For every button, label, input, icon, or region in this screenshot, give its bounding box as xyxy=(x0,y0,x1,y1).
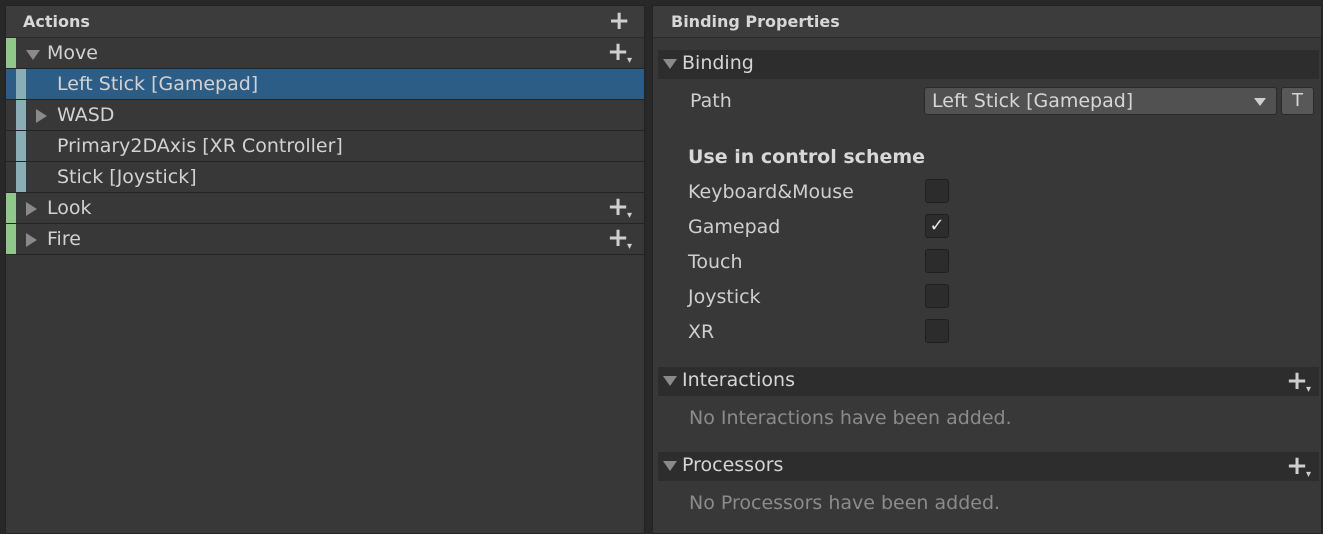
scheme-label-xr: XR xyxy=(688,321,715,343)
section-label: Binding xyxy=(682,52,754,74)
properties-header: Binding Properties xyxy=(653,6,1321,38)
scheme-checkbox-keyboard-mouse[interactable] xyxy=(925,179,949,203)
binding-label: Stick [Joystick] xyxy=(57,166,197,188)
path-value: Left Stick [Gamepad] xyxy=(932,90,1134,112)
binding-label: Left Stick [Gamepad] xyxy=(57,73,259,95)
binding-color-bar xyxy=(16,69,26,99)
binding-row-wasd[interactable]: WASD xyxy=(6,100,644,131)
action-row-move[interactable]: Move +▾ xyxy=(6,38,644,69)
interactions-empty-message: No Interactions have been added. xyxy=(689,407,1012,429)
add-processor-icon[interactable]: +▾ xyxy=(1286,452,1313,486)
scheme-label-touch: Touch xyxy=(688,251,743,273)
foldout-collapsed-icon[interactable] xyxy=(26,202,37,216)
binding-label: WASD xyxy=(57,104,115,126)
scheme-checkbox-touch[interactable] xyxy=(925,249,949,273)
scheme-label-gamepad: Gamepad xyxy=(688,216,781,238)
properties-title: Binding Properties xyxy=(671,12,840,31)
binding-color-bar xyxy=(16,100,26,130)
actions-title: Actions xyxy=(23,12,90,31)
binding-color-bar xyxy=(16,162,26,192)
processors-empty-message: No Processors have been added. xyxy=(689,492,1001,514)
section-label: Processors xyxy=(682,454,784,476)
foldout-expanded-icon[interactable] xyxy=(26,50,40,60)
binding-row-left-stick[interactable]: Left Stick [Gamepad] xyxy=(6,69,644,100)
binding-color-bar xyxy=(16,131,26,161)
control-scheme-heading: Use in control scheme xyxy=(688,146,926,168)
action-label: Move xyxy=(47,42,98,64)
binding-row-primary2daxis[interactable]: Primary2DAxis [XR Controller] xyxy=(6,131,644,162)
foldout-collapsed-icon[interactable] xyxy=(26,233,37,247)
action-row-fire[interactable]: Fire +▾ xyxy=(6,224,644,255)
processors-section-header[interactable]: Processors +▾ xyxy=(658,452,1319,481)
action-color-bar xyxy=(6,193,16,223)
foldout-expanded-icon[interactable] xyxy=(663,59,677,69)
actions-panel: Actions + Move +▾ Left Stick [Gamepad] W… xyxy=(5,5,645,534)
binding-section-header[interactable]: Binding xyxy=(658,50,1319,79)
scheme-label-keyboard-mouse: Keyboard&Mouse xyxy=(688,181,854,203)
scheme-checkbox-gamepad[interactable]: ✓ xyxy=(925,214,949,238)
binding-properties-panel: Binding Properties Binding Path Left Sti… xyxy=(652,5,1322,534)
foldout-expanded-icon[interactable] xyxy=(663,376,677,386)
path-label: Path xyxy=(690,90,732,112)
interactions-section-header[interactable]: Interactions +▾ xyxy=(658,367,1319,396)
path-dropdown[interactable]: Left Stick [Gamepad] xyxy=(924,87,1277,115)
checkmark-icon: ✓ xyxy=(929,215,945,236)
add-binding-icon[interactable]: +▾ xyxy=(607,224,634,258)
binding-label: Primary2DAxis [XR Controller] xyxy=(57,135,343,157)
action-label: Fire xyxy=(47,228,81,250)
actions-header: Actions + xyxy=(6,6,644,38)
add-interaction-icon[interactable]: +▾ xyxy=(1286,367,1313,401)
scheme-checkbox-joystick[interactable] xyxy=(925,284,949,308)
action-color-bar xyxy=(6,38,16,68)
binding-row-stick-joystick[interactable]: Stick [Joystick] xyxy=(6,162,644,193)
add-action-map-icon[interactable]: + xyxy=(608,8,630,34)
text-mode-button[interactable]: T xyxy=(1281,87,1314,115)
section-label: Interactions xyxy=(682,369,795,391)
add-binding-icon[interactable]: +▾ xyxy=(607,193,634,227)
foldout-expanded-icon[interactable] xyxy=(663,461,677,471)
scheme-checkbox-xr[interactable] xyxy=(925,319,949,343)
add-binding-icon[interactable]: +▾ xyxy=(607,38,634,72)
action-label: Look xyxy=(47,197,92,219)
action-row-look[interactable]: Look +▾ xyxy=(6,193,644,224)
dropdown-arrow-icon xyxy=(1254,98,1266,106)
scheme-label-joystick: Joystick xyxy=(688,286,761,308)
foldout-collapsed-icon[interactable] xyxy=(36,109,47,123)
action-color-bar xyxy=(6,224,16,254)
